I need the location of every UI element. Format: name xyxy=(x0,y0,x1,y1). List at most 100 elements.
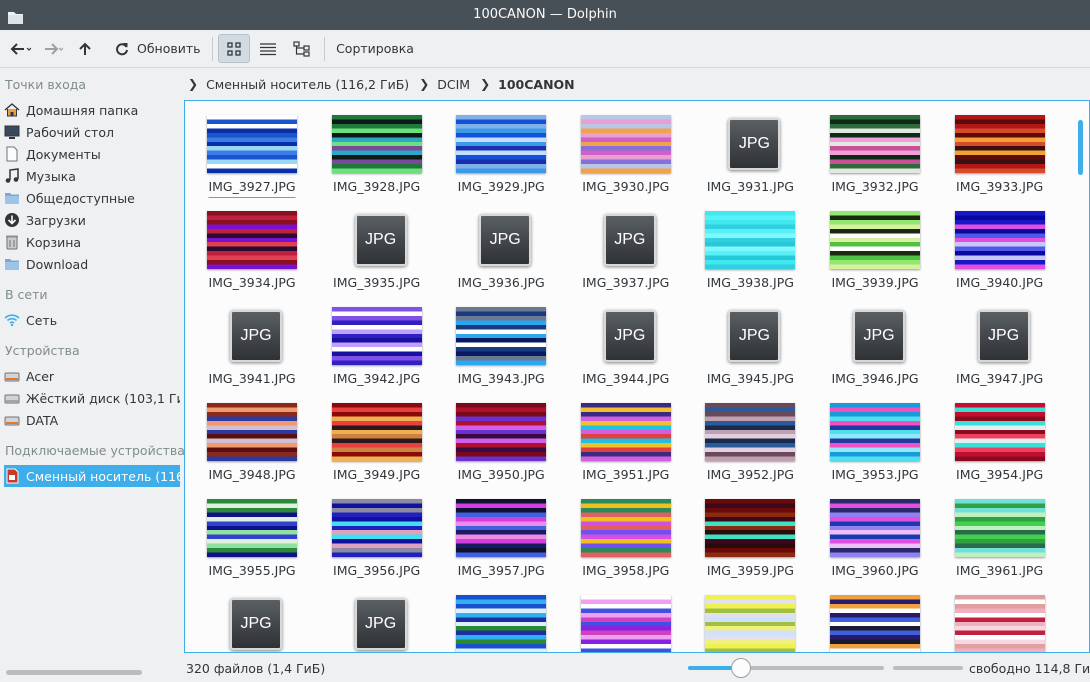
zoom-slider-handle[interactable] xyxy=(731,658,751,678)
file-item[interactable]: IMG_3955.JPG xyxy=(192,485,312,578)
file-item[interactable]: JPG IMG_3941.JPG xyxy=(192,293,312,386)
file-name: IMG_3941.JPG xyxy=(208,371,296,386)
file-item[interactable]: IMG_3948.JPG xyxy=(192,389,312,482)
icons-view-button[interactable] xyxy=(218,34,250,63)
file-item[interactable]: IMG_3934.JPG xyxy=(192,197,312,290)
sidebar-item-trash[interactable]: Корзина xyxy=(4,231,180,253)
breadcrumb-item[interactable]: Сменный носитель (116,2 ГиБ) xyxy=(206,77,409,92)
sidebar-item-downloads[interactable]: Загрузки xyxy=(4,209,180,231)
file-view[interactable]: IMG_3927.JPG IMG_3928.JPG IMG_3929.JPG IMG_… xyxy=(184,100,1090,653)
file-item[interactable]: IMG_3942.JPG xyxy=(317,293,437,386)
breadcrumb: ❯ Сменный носитель (116,2 ГиБ) ❯ DCIM ❯ … xyxy=(186,72,575,96)
file-item[interactable]: JPG IMG_3946.JPG xyxy=(815,293,935,386)
file-item[interactable]: IMG_3952.JPG xyxy=(690,389,810,482)
sidebar-item-documents[interactable]: Документы xyxy=(4,143,180,165)
file-item[interactable]: IMG_3958.JPG xyxy=(566,485,686,578)
sidebar-item-label: Жёсткий диск (103,1 ГиБ) xyxy=(26,390,180,406)
file-item[interactable]: JPG IMG_3945.JPG xyxy=(690,293,810,386)
file-item[interactable]: IMG_3938.JPG xyxy=(690,197,810,290)
sidebar-item-label: Download xyxy=(26,256,89,272)
section-title-places: Точки входа xyxy=(5,77,87,92)
file-item[interactable]: IMG_3961.JPG xyxy=(940,485,1060,578)
file-item[interactable] xyxy=(441,581,561,652)
sidebar-item-label: Загрузки xyxy=(26,212,86,228)
file-item[interactable]: IMG_3951.JPG xyxy=(566,389,686,482)
sidebar-item-hard-disk[interactable]: Жёсткий диск (103,1 ГиБ) xyxy=(4,387,180,409)
file-name: IMG_3951.JPG xyxy=(582,467,670,482)
sd-card-icon xyxy=(4,468,20,484)
file-item[interactable]: JPG IMG_3935.JPG xyxy=(317,197,437,290)
forward-arrow-icon xyxy=(45,42,63,55)
sidebar-item-removable-media[interactable]: Сменный носитель (116,2 ГиБ) xyxy=(4,465,180,487)
file-item[interactable]: JPG IMG_3937.JPG xyxy=(566,197,686,290)
section-title-removable: Подключаемые устройства xyxy=(5,443,185,458)
sort-button[interactable]: Сортировка xyxy=(332,34,418,63)
file-item[interactable]: IMG_3950.JPG xyxy=(441,389,561,482)
file-item[interactable]: IMG_3932.JPG xyxy=(815,101,935,194)
image-thumbnail xyxy=(456,403,547,461)
file-item[interactable]: IMG_3943.JPG xyxy=(441,293,561,386)
file-item[interactable]: IMG_3959.JPG xyxy=(690,485,810,578)
sidebar-horizontal-scrollbar[interactable] xyxy=(6,670,142,675)
file-item[interactable] xyxy=(690,581,810,652)
back-button[interactable] xyxy=(6,34,34,63)
file-item[interactable]: JPG xyxy=(317,581,437,652)
file-item[interactable]: IMG_3957.JPG xyxy=(441,485,561,578)
file-item[interactable]: JPG IMG_3947.JPG xyxy=(940,293,1060,386)
file-item[interactable] xyxy=(815,581,935,652)
chevron-right-icon[interactable]: ❯ xyxy=(188,77,198,91)
sidebar-item-data[interactable]: DATA xyxy=(4,409,180,431)
file-item[interactable]: IMG_3953.JPG xyxy=(815,389,935,482)
file-item[interactable]: JPG IMG_3944.JPG xyxy=(566,293,686,386)
image-thumbnail xyxy=(580,115,671,173)
section-title-devices: Устройства xyxy=(5,343,80,358)
scrollbar-thumb[interactable] xyxy=(1078,120,1083,175)
chevron-right-icon[interactable]: ❯ xyxy=(419,77,429,91)
reload-button[interactable]: Обновить xyxy=(110,34,205,63)
free-space-bar xyxy=(893,666,963,670)
download-icon xyxy=(4,212,20,228)
jpg-file-icon: JPG xyxy=(849,306,909,366)
file-item[interactable]: IMG_3939.JPG xyxy=(815,197,935,290)
image-thumbnail xyxy=(207,403,297,461)
drive-icon xyxy=(4,390,20,406)
image-thumbnail xyxy=(954,499,1045,557)
breadcrumb-item[interactable]: DCIM xyxy=(437,77,470,92)
file-name: IMG_3942.JPG xyxy=(333,371,421,386)
vertical-scrollbar[interactable] xyxy=(1077,104,1085,649)
file-item[interactable]: IMG_3960.JPG xyxy=(815,485,935,578)
sidebar-item-public[interactable]: Общедоступные xyxy=(4,187,180,209)
file-item[interactable]: IMG_3928.JPG xyxy=(317,101,437,194)
file-item[interactable]: JPG IMG_3936.JPG xyxy=(441,197,561,290)
file-item[interactable]: IMG_3949.JPG xyxy=(317,389,437,482)
sidebar-item-home[interactable]: Домашняя папка xyxy=(4,99,180,121)
sidebar-item-download[interactable]: Download xyxy=(4,253,180,275)
file-name: IMG_3956.JPG xyxy=(333,563,421,578)
file-item[interactable]: IMG_3940.JPG xyxy=(940,197,1060,290)
zoom-slider[interactable] xyxy=(688,666,884,670)
sidebar-item-label: DATA xyxy=(26,412,59,428)
file-item[interactable]: IMG_3956.JPG xyxy=(317,485,437,578)
details-view-button[interactable] xyxy=(287,34,317,63)
file-item[interactable]: IMG_3929.JPG xyxy=(441,101,561,194)
file-item[interactable]: IMG_3927.JPG xyxy=(192,101,312,194)
file-item[interactable]: IMG_3933.JPG xyxy=(940,101,1060,194)
file-item[interactable]: JPG xyxy=(192,581,312,652)
sidebar-item-acer[interactable]: Acer xyxy=(4,365,180,387)
image-thumbnail xyxy=(207,211,297,269)
forward-button[interactable] xyxy=(38,34,66,63)
chevron-right-icon[interactable]: ❯ xyxy=(480,77,490,91)
file-item[interactable]: IMG_3954.JPG xyxy=(940,389,1060,482)
file-item[interactable]: JPG IMG_3931.JPG xyxy=(690,101,810,194)
file-item[interactable] xyxy=(940,581,1060,652)
sidebar-item-music[interactable]: Музыка xyxy=(4,165,180,187)
jpg-icon-label: JPG xyxy=(230,598,282,650)
file-item[interactable]: IMG_3930.JPG xyxy=(566,101,686,194)
file-item[interactable] xyxy=(566,581,686,652)
compact-view-button[interactable] xyxy=(253,34,283,63)
up-button[interactable] xyxy=(72,34,98,63)
breadcrumb-current[interactable]: 100CANON xyxy=(498,77,575,92)
sidebar-item-desktop[interactable]: Рабочий стол xyxy=(4,121,180,143)
sidebar-item-network[interactable]: Сеть xyxy=(4,309,180,331)
file-name: IMG_3948.JPG xyxy=(208,467,296,482)
